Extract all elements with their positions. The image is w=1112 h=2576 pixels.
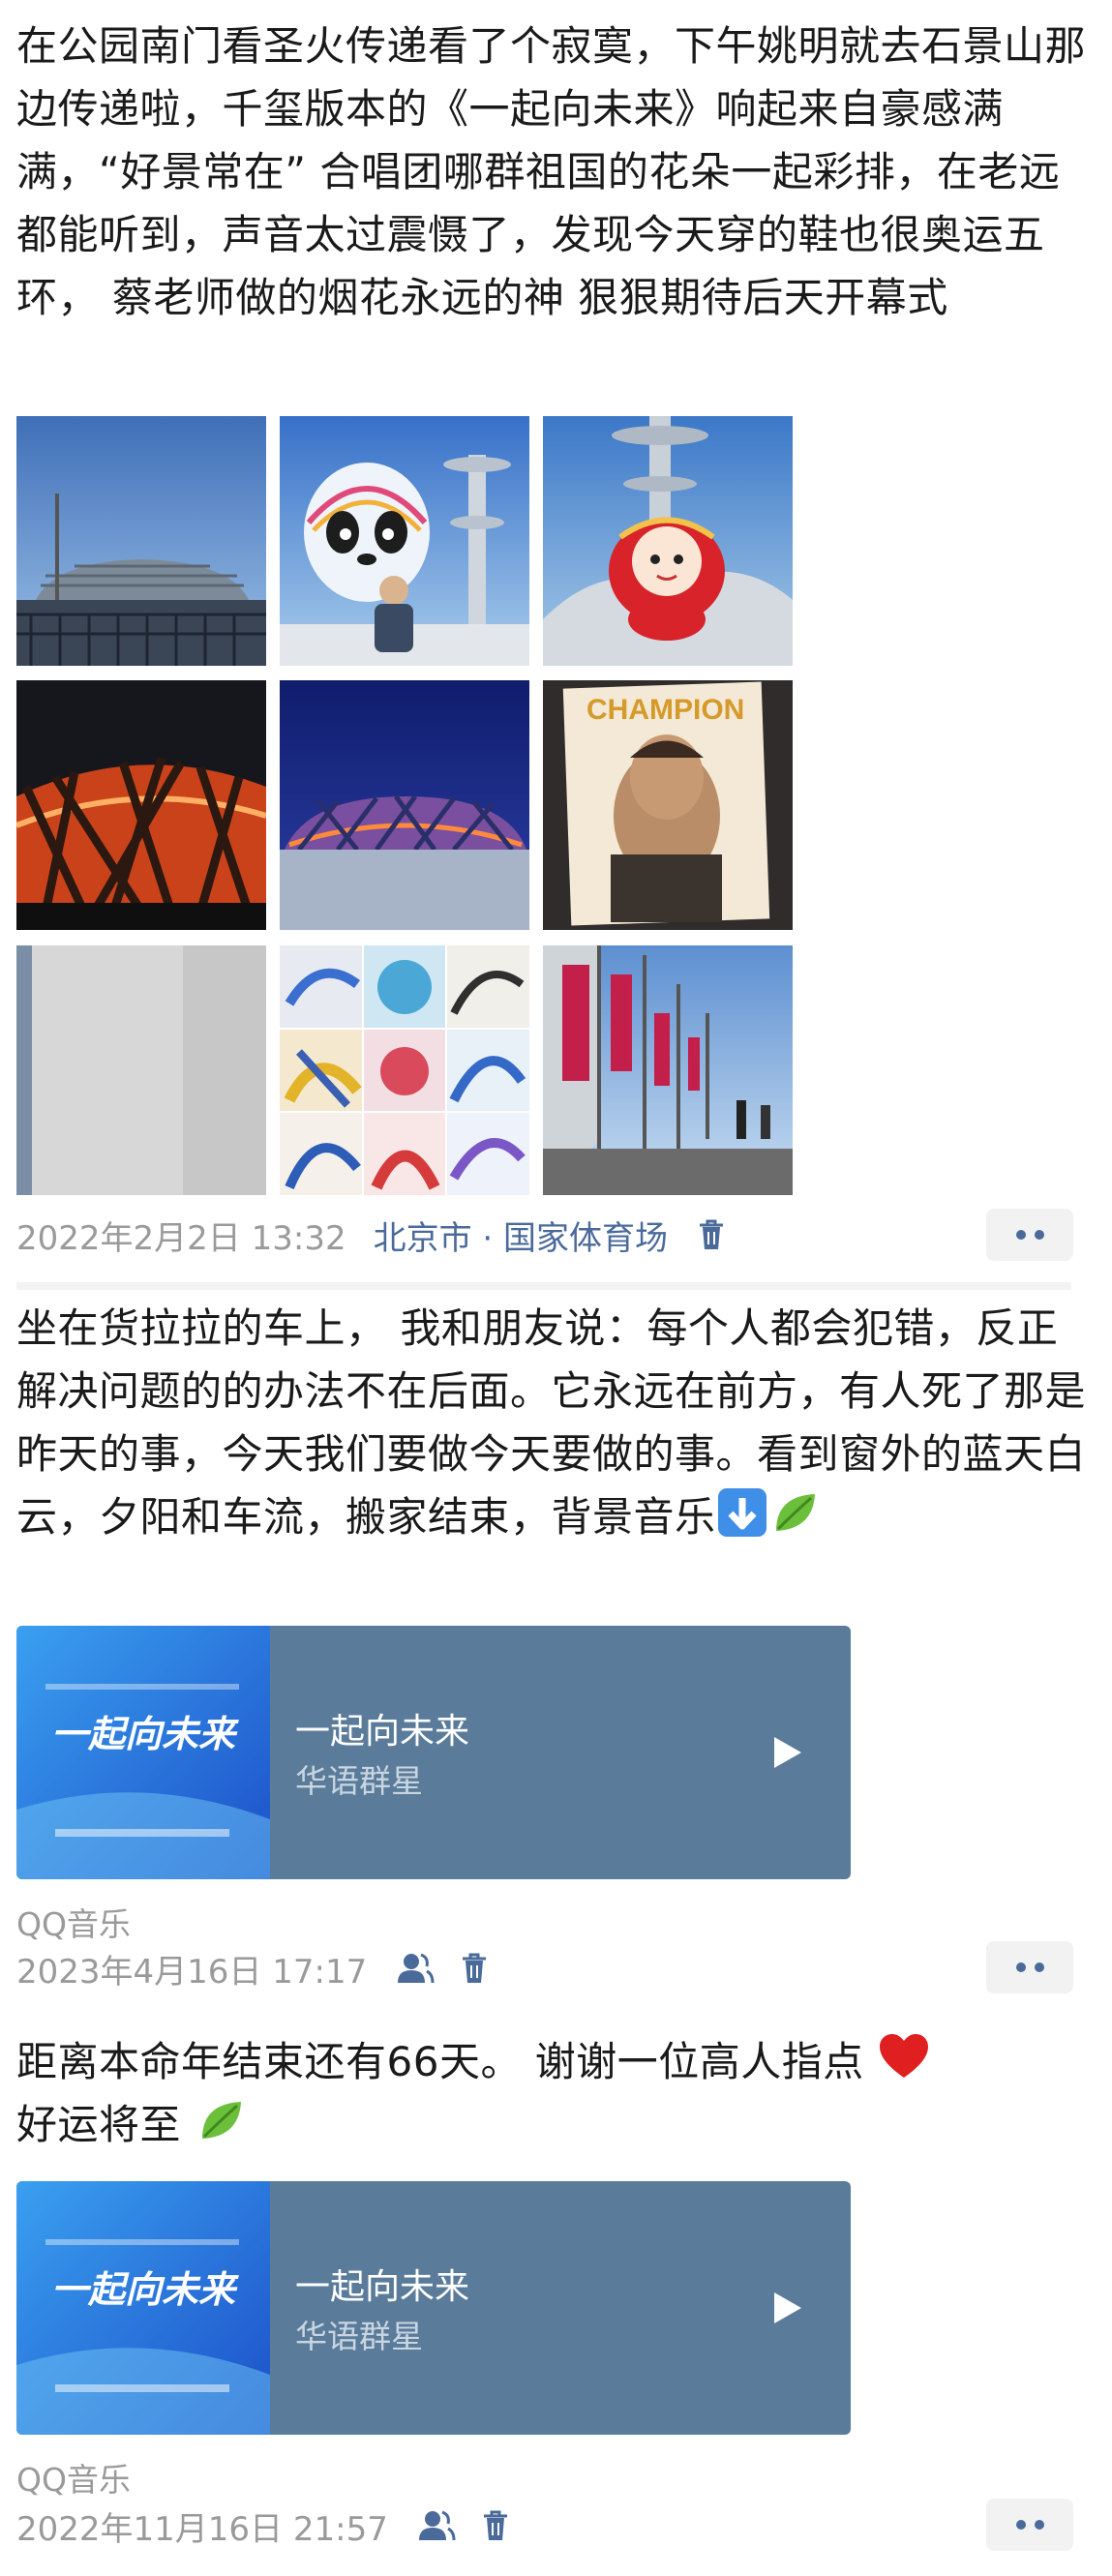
delete-icon[interactable] — [460, 1952, 489, 1985]
more-actions-button[interactable] — [986, 1209, 1073, 1261]
post-text: 坐在货拉拉的车上， 我和朋友说：每个人都会犯错，反正解决问题的的办法不在后面。它… — [16, 1297, 1091, 1548]
post-meta: 2022年2月2日 13:32 北京市 · 国家体育场 — [16, 1208, 726, 1262]
leaf-icon — [768, 1486, 821, 1539]
music-artist: 华语群星 — [295, 1762, 423, 1800]
photo-thumbnail-bing-dwen-dwen[interactable] — [280, 416, 529, 666]
red-heart-icon — [878, 2031, 930, 2083]
music-album-cover: 一起向未来 — [16, 1626, 270, 1879]
post-divider — [16, 1282, 1071, 1290]
post-text-content: 距离本命年结束还有66天。 谢谢一位高人指点 — [16, 2038, 864, 2085]
music-card[interactable]: 一起向未来 一起向未来 华语群星 — [16, 2181, 851, 2435]
post-text: 距离本命年结束还有66天。 谢谢一位高人指点 好运将至 — [16, 2030, 1091, 2156]
photo-thumbnail-street-banners[interactable] — [543, 945, 793, 1195]
music-source[interactable]: QQ音乐 — [16, 1899, 131, 1945]
moment-post-2: 坐在货拉拉的车上， 我和朋友说：每个人都会犯错，反正解决问题的的办法不在后面。它… — [0, 1297, 1112, 2013]
post-meta: 2022年11月16日 21:57 — [16, 2499, 510, 2553]
post-timestamp: 2023年4月16日 17:17 — [16, 1952, 368, 1992]
photo-thumbnail-blurred[interactable] — [16, 945, 266, 1195]
post-location-link[interactable]: 北京市 · 国家体育场 — [374, 1212, 668, 1259]
more-actions-button[interactable] — [986, 2499, 1073, 2551]
photo-thumbnail-bird-nest-night[interactable] — [16, 680, 266, 930]
post-timestamp: 2022年11月16日 21:57 — [16, 2509, 388, 2549]
photo-thumbnail-bird-nest-dusk[interactable] — [280, 680, 529, 930]
photo-grid: CHAMPION — [16, 416, 984, 1195]
photo-thumbnail-bird-nest-day[interactable] — [16, 416, 266, 666]
photo-thumbnail-harpers-bazaar-covers[interactable] — [280, 945, 529, 1195]
play-icon[interactable] — [772, 2291, 803, 2325]
post-meta: 2023年4月16日 17:17 — [16, 1941, 489, 1995]
delete-icon[interactable] — [697, 1218, 726, 1251]
magazine-cover-title: CHAMPION — [586, 694, 744, 726]
music-artist: 华语群星 — [295, 2318, 423, 2355]
post-text-continuation: 好运将至 — [16, 2101, 182, 2148]
music-title: 一起向未来 — [295, 1712, 470, 1752]
post-timestamp: 2022年2月2日 13:32 — [16, 1218, 346, 1258]
music-card[interactable]: 一起向未来 一起向未来 华语群星 — [16, 1626, 851, 1879]
post-text-content: 坐在货拉拉的车上， 我和朋友说：每个人都会犯错，反正解决问题的的办法不在后面。它… — [16, 1304, 1087, 1541]
delete-icon[interactable] — [481, 2509, 510, 2542]
photo-thumbnail-shuey-rhon-rhon[interactable] — [543, 416, 793, 666]
music-cover-title: 一起向未来 — [51, 2267, 239, 2311]
moment-post-1: 在公园南门看圣火传递看了个寂寞，下午姚明就去石景山那边传递啦，千玺版本的《一起向… — [0, 0, 1112, 1297]
photo-thumbnail-champion-magazine[interactable]: CHAMPION — [543, 680, 793, 930]
post-text: 在公园南门看圣火传递看了个寂寞，下午姚明就去石景山那边传递啦，千玺版本的《一起向… — [16, 22, 1087, 321]
down-arrow-icon — [716, 1486, 768, 1539]
visibility-people-icon[interactable] — [396, 1952, 435, 1985]
music-album-cover: 一起向未来 — [16, 2181, 270, 2435]
music-source[interactable]: QQ音乐 — [16, 2454, 131, 2501]
moment-post-3: 距离本命年结束还有66天。 谢谢一位高人指点 好运将至 一起向未来 一起向未来 … — [0, 2030, 1112, 2576]
music-cover-title: 一起向未来 — [51, 1712, 239, 1755]
music-title: 一起向未来 — [295, 2267, 470, 2307]
more-actions-button[interactable] — [986, 1941, 1073, 1993]
visibility-people-icon[interactable] — [417, 2509, 456, 2542]
play-icon[interactable] — [772, 1735, 803, 1770]
leaf-icon — [195, 2094, 247, 2146]
